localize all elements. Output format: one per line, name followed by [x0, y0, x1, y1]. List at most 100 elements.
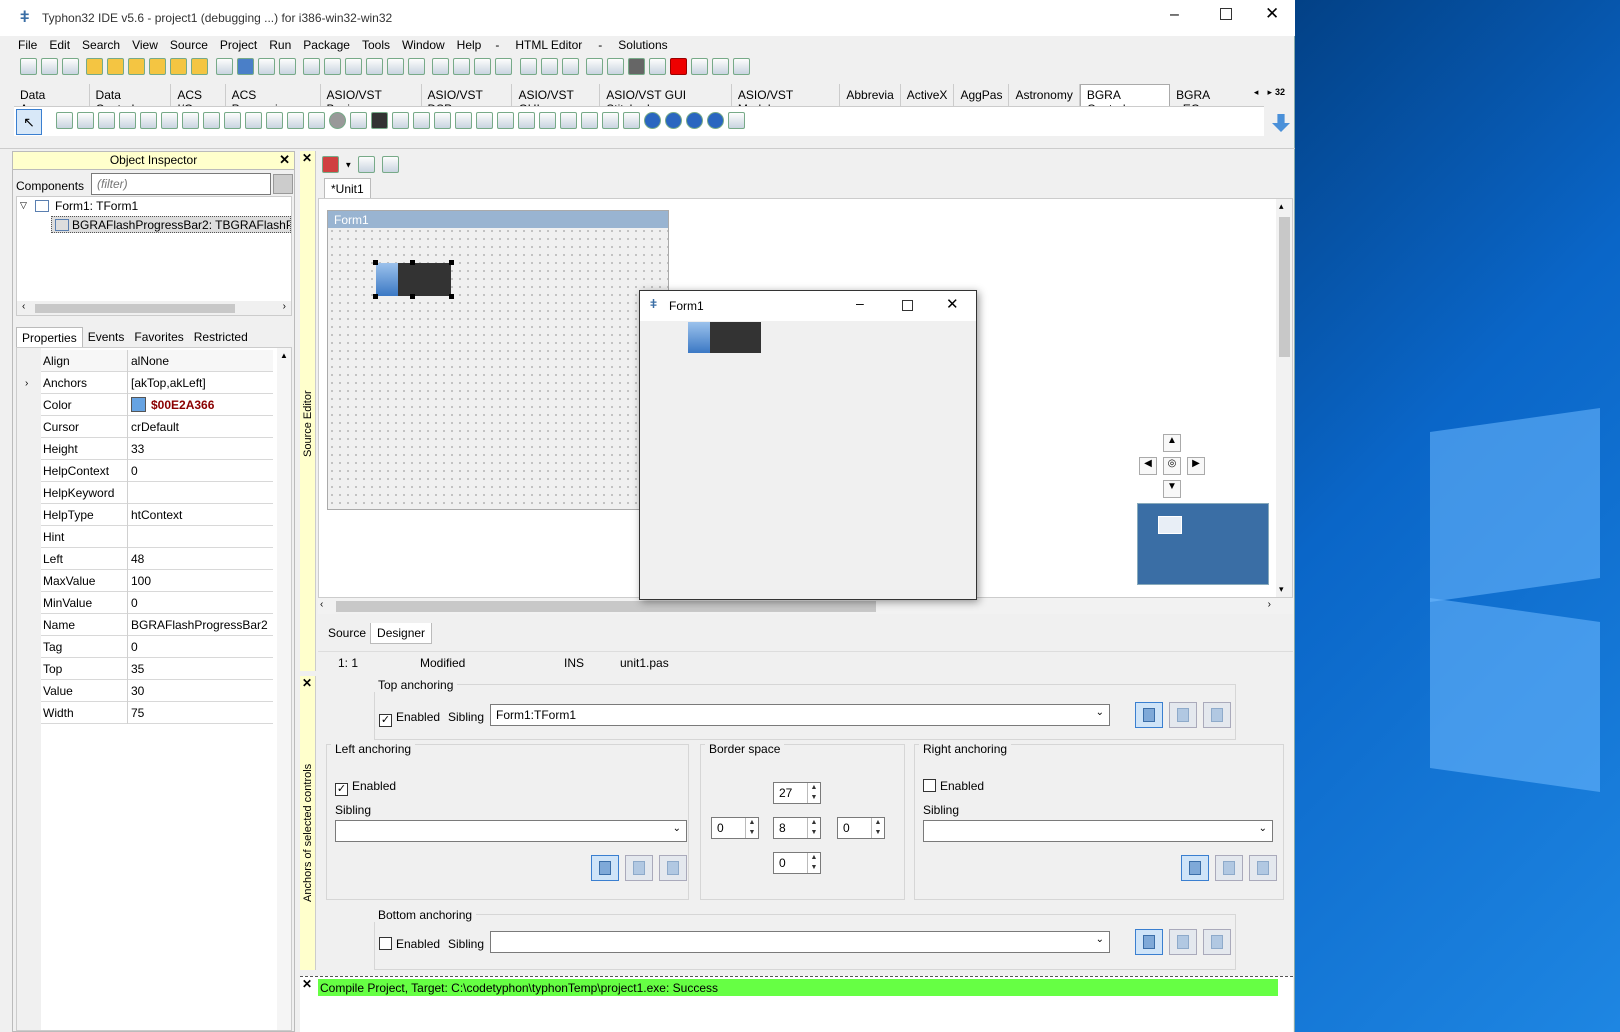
prop-value[interactable]: 0: [131, 596, 138, 610]
prop-row-name[interactable]: Name BGRAFlashProgressBar2: [41, 614, 273, 636]
scroll-right-icon[interactable]: ›: [1268, 599, 1271, 610]
right-anchor-right-button[interactable]: [1249, 855, 1277, 881]
prop-row-color[interactable]: Color $00E2A366: [41, 394, 273, 416]
palette-tab[interactable]: AggPas: [954, 84, 1010, 106]
tab-unit1[interactable]: *Unit1: [324, 178, 371, 199]
scroll-thumb[interactable]: [1279, 217, 1290, 357]
scroll-left-icon[interactable]: ◂: [1251, 84, 1262, 106]
project-options-icon[interactable]: [303, 58, 321, 75]
add-to-project-icon[interactable]: [324, 58, 342, 75]
new-file-icon[interactable]: [20, 58, 37, 75]
right-anchor-left-button[interactable]: [1181, 855, 1209, 881]
gear-icon[interactable]: [586, 58, 604, 75]
scroll-down-icon[interactable]: ▾: [1279, 584, 1284, 595]
border-left-spin[interactable]: 0 ▲ ▼: [711, 817, 759, 839]
tab-restricted[interactable]: Restricted: [189, 327, 253, 347]
grid-vscrollbar[interactable]: ▲: [277, 348, 291, 1030]
top-sibling-select[interactable]: Form1:TForm1 ⌄: [490, 704, 1110, 726]
new-form-icon[interactable]: [41, 58, 58, 75]
arrow-down-icon[interactable]: ▼: [1163, 480, 1181, 498]
tree-root-item[interactable]: Form1: TForm1: [55, 199, 138, 213]
bgra-fx-icon[interactable]: [497, 112, 514, 129]
compile-options-icon[interactable]: [561, 58, 579, 75]
border-bottom-spin[interactable]: 0 ▲ ▼: [773, 852, 821, 874]
bgra-graphic-control-icon[interactable]: [287, 112, 304, 129]
prop-value[interactable]: 30: [131, 684, 144, 698]
bgra-gauge-icon[interactable]: [707, 112, 724, 129]
save-all-icon[interactable]: [257, 58, 275, 75]
bgra-grid-icon[interactable]: [161, 112, 178, 129]
view-forms-icon[interactable]: [387, 58, 405, 75]
prop-value[interactable]: 0: [131, 464, 138, 478]
spin-arrows-icon[interactable]: ▲ ▼: [807, 783, 820, 803]
bgra-button-icon[interactable]: [224, 112, 241, 129]
bgra-image-list-icon[interactable]: [182, 112, 199, 129]
bottom-anchor-top-button[interactable]: [1135, 929, 1163, 955]
grab-handle[interactable]: [410, 260, 415, 265]
open-icon[interactable]: [107, 58, 125, 75]
compile-message[interactable]: Compile Project, Target: C:\codetyphon\t…: [318, 979, 1278, 996]
bgra-label-fx-icon[interactable]: [476, 112, 493, 129]
prop-row-helptype[interactable]: HelpType htContext: [41, 504, 273, 526]
bgra-gauge-icon[interactable]: [665, 112, 682, 129]
palette-tab[interactable]: ACS I/O: [171, 84, 226, 116]
tab-properties[interactable]: Properties: [16, 327, 83, 347]
toggle-form-unit-icon[interactable]: [408, 58, 426, 75]
tab-events[interactable]: Events: [83, 327, 130, 347]
menu-source[interactable]: Source: [164, 36, 214, 56]
prop-row-anchors[interactable]: Anchors [akTop,akLeft]: [41, 372, 273, 394]
bgra-virtual-screen-icon[interactable]: [560, 112, 577, 129]
close-icon[interactable]: ✕: [946, 295, 959, 313]
palette-tab[interactable]: Abbrevia: [840, 84, 901, 106]
bgra-button-icon[interactable]: [56, 112, 73, 129]
bgra-pen-icon[interactable]: [623, 112, 640, 129]
prop-row-cursor[interactable]: Cursor crDefault: [41, 416, 273, 438]
bgra-button-icon[interactable]: [266, 112, 283, 129]
left-anchor-right-button[interactable]: [659, 855, 687, 881]
close-file-icon[interactable]: [278, 58, 296, 75]
forward-icon[interactable]: [381, 156, 399, 173]
bottom-anchor-center-button[interactable]: [1169, 929, 1197, 955]
stop-icon[interactable]: [670, 58, 688, 75]
build-mode-icon[interactable]: [474, 58, 492, 75]
scroll-thumb[interactable]: [35, 304, 235, 313]
scroll-right-icon[interactable]: ›: [283, 301, 286, 312]
prop-row-maxvalue[interactable]: MaxValue 100: [41, 570, 273, 592]
step-out-icon[interactable]: [733, 58, 751, 75]
prop-value[interactable]: 75: [131, 706, 144, 720]
prop-row-left[interactable]: Left 48: [41, 548, 273, 570]
grab-handle[interactable]: [449, 294, 454, 299]
menu-package[interactable]: Package: [297, 36, 356, 56]
prop-value[interactable]: 100: [131, 574, 151, 588]
palette-tab[interactable]: ASIO/VST GUI: [512, 84, 601, 116]
close-icon[interactable]: ✕: [302, 151, 312, 165]
filter-input[interactable]: [91, 173, 271, 195]
tree-hscrollbar[interactable]: ‹ ›: [17, 301, 291, 315]
scroll-left-icon[interactable]: ‹: [22, 301, 25, 312]
bgra-shapes-icon[interactable]: [518, 112, 535, 129]
palette-tab[interactable]: Data Access: [14, 84, 90, 116]
menu-file[interactable]: File: [18, 36, 43, 56]
border-top-spin[interactable]: 27 ▲ ▼: [773, 782, 821, 804]
bgra-gauge-icon[interactable]: [644, 112, 661, 129]
bgra-image-icon[interactable]: [350, 112, 367, 129]
replace-icon[interactable]: [453, 58, 471, 75]
bgra-gauge-icon[interactable]: [686, 112, 703, 129]
bottom-anchor-bottom-button[interactable]: [1203, 929, 1231, 955]
bgra-button-icon[interactable]: [245, 112, 262, 129]
prop-value[interactable]: [akTop,akLeft]: [131, 376, 206, 390]
prop-value[interactable]: 0: [131, 640, 138, 654]
bgra-ps-icon[interactable]: [728, 112, 745, 129]
build-icon[interactable]: [495, 58, 513, 75]
bgra-flash-progress-icon[interactable]: [371, 112, 388, 129]
jump-back-icon[interactable]: [519, 58, 537, 75]
prop-row-tag[interactable]: Tag 0: [41, 636, 273, 658]
minimize-icon[interactable]: –: [856, 295, 864, 311]
menu-tools[interactable]: Tools: [356, 36, 396, 56]
find-icon[interactable]: [432, 58, 450, 75]
grab-handle[interactable]: [449, 260, 454, 265]
prop-row-top[interactable]: Top 35: [41, 658, 273, 680]
tab-source[interactable]: Source: [324, 623, 370, 644]
left-sibling-select[interactable]: ⌄: [335, 820, 687, 842]
bgra-button-icon[interactable]: [77, 112, 94, 129]
